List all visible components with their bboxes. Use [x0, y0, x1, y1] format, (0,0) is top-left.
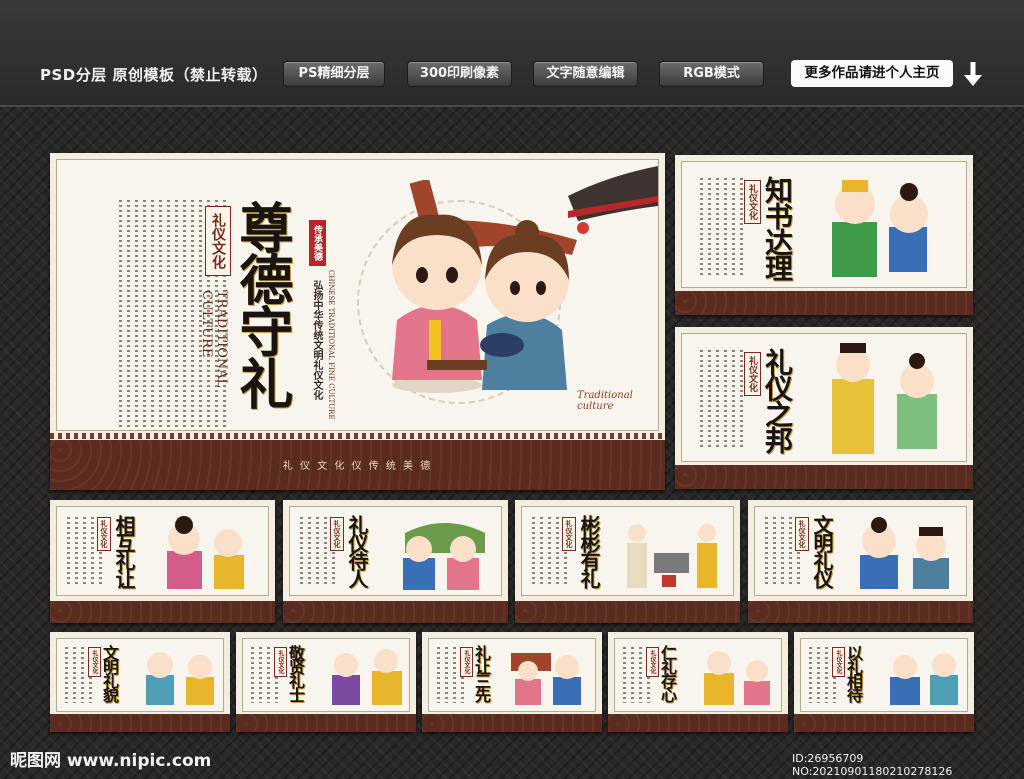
seal-label: 礼仪文化 — [744, 180, 761, 224]
children-illustration — [332, 649, 402, 705]
row2-poster-1: 礼仪文化 相互礼让 — [50, 500, 275, 623]
badge-300dpi: 300印刷像素 — [407, 61, 512, 87]
english-title: TRADITIONAL CULTURE — [199, 290, 229, 388]
body-text-lines — [700, 350, 743, 450]
red-tag: 传承美德 — [309, 220, 326, 266]
children-illustration — [832, 180, 928, 277]
slogan-chinese: 弘扬中华传统文明礼仪文化 — [311, 280, 322, 400]
seal-label: 礼仪文化 — [97, 517, 111, 551]
poster-paper: 礼仪文化 礼仪待人 — [289, 506, 502, 596]
panel-title: 文明礼貌 — [100, 645, 119, 701]
main-poster: 礼仪文化 TRADITIONAL CULTURE 尊德守礼 传承美德 CHINE… — [50, 153, 665, 490]
top-banner: PSD分层 原创模板（禁止转载） PS精细分层 300印刷像素 文字随意编辑 R… — [0, 0, 1024, 107]
panel-title: 礼仪待人 — [345, 515, 369, 587]
slogan-english: CHINESE TRADITIONAL FINE CULTURE — [327, 270, 335, 420]
badge-rgb: RGB模式 — [659, 61, 764, 87]
body-text-lines — [700, 178, 743, 278]
maroon-footer — [236, 714, 416, 732]
children-illustration — [511, 653, 581, 705]
badge-editable-text: 文字随意编辑 — [533, 61, 638, 87]
footer-text: 礼 仪 文 化 仪 传 统 美 德 — [282, 461, 433, 472]
row3-poster-2: 礼仪文化 敬贤礼士 — [236, 632, 416, 732]
badge-ps-layers: PS精细分层 — [283, 61, 385, 87]
seal-label: 礼仪文化 — [795, 517, 809, 551]
home-page-button[interactable]: 更多作品请进个人主页 — [791, 60, 953, 87]
seal-label: 礼仪文化 — [205, 206, 231, 276]
panel-title: 以礼相待 — [844, 645, 863, 701]
row3-poster-1: 礼仪文化 文明礼貌 — [50, 632, 230, 732]
row2-poster-3: 礼仪文化 彬彬有礼 — [515, 500, 740, 623]
children-illustration — [890, 653, 958, 705]
arrow-down-icon[interactable] — [962, 60, 984, 88]
row2-poster-4: 礼仪文化 文明礼仪 — [748, 500, 973, 623]
maroon-footer — [50, 601, 275, 623]
maroon-footer — [675, 291, 973, 315]
children-illustration — [860, 517, 949, 589]
row3-poster-4: 礼仪文化 仁礼存心 — [608, 632, 788, 732]
seal-label: 礼仪文化 — [744, 352, 761, 396]
row3-poster-3: 礼仪文化 礼让三先 — [422, 632, 602, 732]
children-illustration — [167, 516, 244, 589]
poster-paper: 礼仪文化 礼让三先 — [428, 638, 596, 712]
maroon-footer — [283, 601, 508, 623]
poster-paper: 礼仪文化 文明礼仪 — [754, 506, 967, 596]
panel-title: 仁礼存心 — [658, 645, 677, 701]
image-id-watermark: ID:26956709 NO:20210901180210278126 — [792, 752, 953, 778]
brand-text: PSD分层 原创模板（禁止转载） — [40, 66, 268, 84]
maroon-footer — [675, 465, 973, 489]
row2-poster-2: 礼仪文化 礼仪待人 — [283, 500, 508, 623]
poster-paper: 礼仪文化 敬贤礼士 — [242, 638, 410, 712]
poster-paper: 礼仪文化 彬彬有礼 — [521, 506, 734, 596]
children-illustration — [704, 651, 770, 705]
main-poster-paper: 礼仪文化 TRADITIONAL CULTURE 尊德守礼 传承美德 CHINE… — [56, 159, 659, 431]
caption-text: Traditional culture — [577, 390, 633, 412]
children-illustration — [403, 523, 485, 590]
maroon-footer: 礼 仪 文 化 仪 传 统 美 德 — [50, 440, 665, 490]
panel-title: 礼让三先 — [472, 645, 491, 701]
scholars-illustration — [627, 524, 717, 588]
panel-title: 相互礼让 — [112, 515, 136, 587]
side-poster-1: 礼仪文化 知书达理 — [675, 155, 973, 315]
roof-eave-decoration — [568, 166, 658, 234]
panel-title: 敬贤礼士 — [286, 645, 305, 701]
poster-paper: 礼仪文化 仁礼存心 — [614, 638, 782, 712]
side-poster-1-paper: 礼仪文化 知书达理 — [681, 161, 967, 288]
divider — [0, 105, 1024, 107]
panel-title: 知书达理 — [761, 176, 794, 280]
maroon-footer — [608, 714, 788, 732]
pattern-strip — [50, 433, 665, 439]
seal-label: 礼仪文化 — [562, 517, 576, 551]
poster-paper: 礼仪文化 以礼相待 — [800, 638, 968, 712]
maroon-footer — [50, 714, 230, 732]
maroon-footer — [748, 601, 973, 623]
seal-label: 礼仪文化 — [330, 517, 344, 551]
panel-title: 文明礼仪 — [810, 515, 834, 587]
site-watermark: 昵图网 www.nipic.com — [10, 751, 212, 771]
children-illustration — [146, 652, 214, 705]
poster-paper: 礼仪文化 相互礼让 — [56, 506, 269, 596]
panel-title: 礼仪之邦 — [761, 348, 794, 452]
panel-title: 彬彬有礼 — [577, 515, 601, 587]
main-title: 尊德守礼 — [230, 200, 294, 408]
elder-and-child-illustration — [832, 343, 937, 454]
poster-paper: 礼仪文化 文明礼貌 — [56, 638, 224, 712]
side-poster-2-paper: 礼仪文化 礼仪之邦 — [681, 333, 967, 462]
maroon-footer — [422, 714, 602, 732]
maroon-footer — [515, 601, 740, 623]
row3-poster-5: 礼仪文化 以礼相待 — [794, 632, 974, 732]
side-poster-2: 礼仪文化 礼仪之邦 — [675, 327, 973, 489]
maroon-footer — [794, 714, 974, 732]
